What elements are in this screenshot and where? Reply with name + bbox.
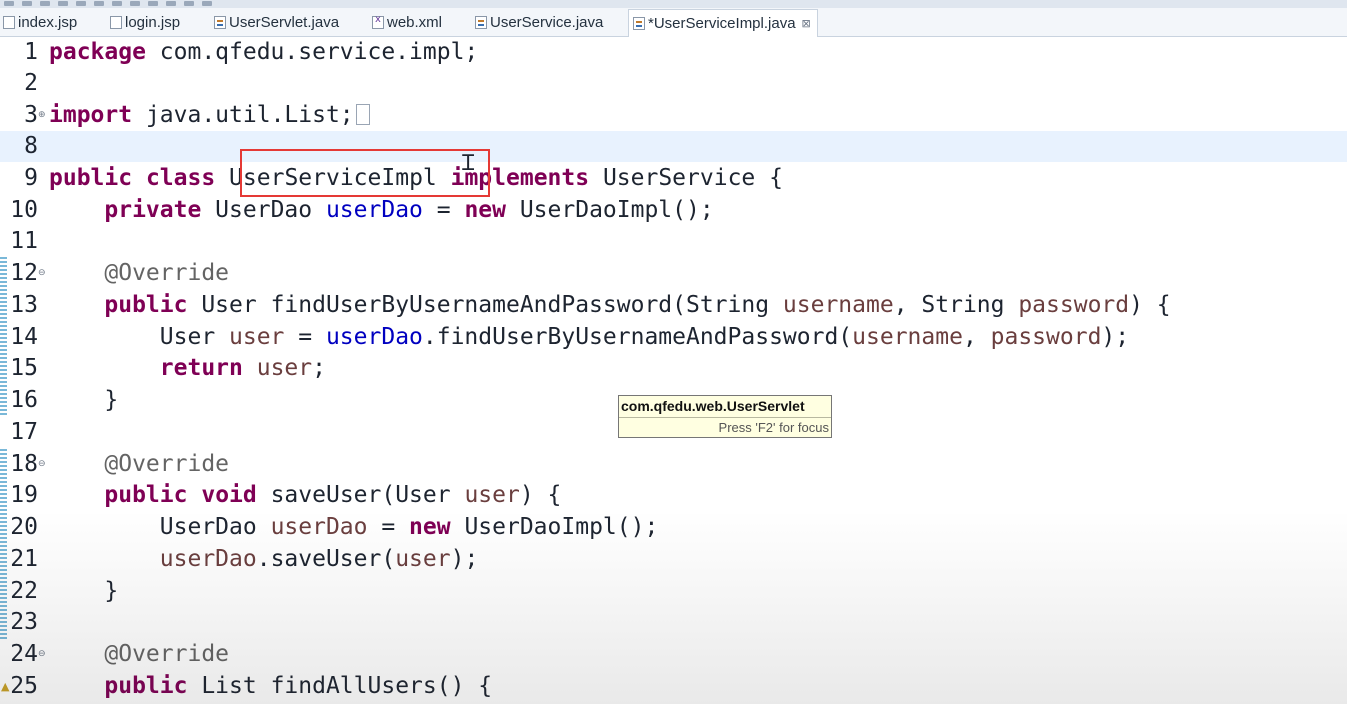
jsp-file-icon — [3, 16, 15, 29]
jsp-file-icon — [110, 16, 122, 29]
text-cursor-icon: Ɪ — [462, 151, 475, 176]
line-number: 19 — [10, 482, 38, 508]
line-number: 23 — [10, 609, 38, 635]
code-text: public List findAllUsers() { — [104, 673, 493, 699]
tab-userserviceimpl-java[interactable]: *UserServiceImpl.java ⊠ — [628, 9, 818, 37]
java-file-icon — [214, 16, 226, 29]
code-text: public User findUserByUsernameAndPasswor… — [104, 292, 1171, 318]
line-number: 3 — [24, 102, 38, 128]
code-line: 3 ⊕ import java.util.List; — [0, 100, 1347, 131]
toolbar-strip — [0, 0, 1347, 8]
code-text: } — [49, 387, 119, 413]
tab-userservlet-java[interactable]: UserServlet.java — [214, 10, 339, 35]
code-line: 11 — [0, 226, 1347, 257]
xml-file-icon — [372, 14, 384, 29]
tab-label: index.jsp — [18, 14, 78, 31]
tooltip-divider — [619, 417, 831, 418]
tab-label: UserServlet.java — [229, 14, 340, 31]
code-text: } — [49, 578, 119, 604]
tooltip-title: com.qfedu.web.UserServlet — [621, 398, 805, 414]
tab-index-jsp[interactable]: index.jsp — [3, 10, 77, 35]
code-line: 9 public class UserServiceImpl implement… — [0, 163, 1347, 194]
tab-userservice-java[interactable]: UserService.java — [475, 10, 603, 35]
editor-tab-bar: index.jsp login.jsp UserServlet.java web… — [0, 8, 1347, 37]
collapse-fold-icon[interactable]: ⊖ — [38, 449, 46, 480]
code-text: @Override — [104, 451, 230, 477]
line-number: 25 — [10, 673, 38, 699]
expand-fold-icon[interactable]: ⊕ — [38, 100, 46, 131]
code-line: 12 ⊖ @Override — [0, 258, 1347, 289]
code-text: @Override — [104, 260, 230, 286]
close-tab-icon[interactable]: ⊠ — [802, 17, 811, 30]
code-line: 20 UserDao userDao = new UserDaoImpl(); — [0, 512, 1347, 543]
line-number: 24 — [10, 641, 38, 667]
code-line: 10 private UserDao userDao = new UserDao… — [0, 195, 1347, 226]
code-line: ▲ 25 public List findAllUsers() { — [0, 671, 1347, 702]
code-line: 8 — [0, 131, 1347, 162]
tab-label: web.xml — [387, 14, 443, 31]
tab-web-xml[interactable]: web.xml — [372, 10, 442, 35]
line-number: 10 — [10, 197, 38, 223]
tooltip-hint: Press 'F2' for focus — [718, 420, 829, 435]
code-line: 2 — [0, 68, 1347, 99]
code-line: 14 User user = userDao.findUserByUsernam… — [0, 322, 1347, 353]
line-number: 20 — [10, 514, 38, 540]
java-file-icon — [475, 16, 487, 29]
tab-login-jsp[interactable]: login.jsp — [110, 10, 180, 35]
code-text: return user; — [159, 355, 326, 381]
line-number: 1 — [24, 39, 38, 65]
code-line: 15 return user; — [0, 353, 1347, 384]
line-number: 13 — [10, 292, 38, 318]
line-number: 14 — [10, 324, 38, 350]
code-text: userDao.saveUser(user); — [159, 546, 479, 572]
code-line: 21 userDao.saveUser(user); — [0, 544, 1347, 575]
code-line: 22 } — [0, 576, 1347, 607]
code-text: @Override — [104, 641, 230, 667]
tab-label: *UserServiceImpl.java — [648, 15, 796, 32]
code-line: 13 public User findUserByUsernameAndPass… — [0, 290, 1347, 321]
code-line: 19 public void saveUser(User user) { — [0, 480, 1347, 511]
code-text: User user = userDao.findUserByUsernameAn… — [49, 324, 1130, 350]
tab-label: login.jsp — [125, 14, 181, 31]
collapse-fold-icon[interactable]: ⊖ — [38, 639, 46, 670]
code-text: import java.util.List; — [49, 100, 370, 131]
collapse-fold-icon[interactable]: ⊖ — [38, 258, 46, 289]
code-line: 1 package com.qfedu.service.impl; — [0, 37, 1347, 68]
code-line: 23 — [0, 607, 1347, 638]
line-number: 18 — [10, 451, 38, 477]
tab-label: UserService.java — [490, 14, 604, 31]
highlight-box — [240, 149, 490, 197]
line-number: 8 — [24, 133, 38, 159]
code-line: 18 ⊖ @Override — [0, 449, 1347, 480]
line-number: 22 — [10, 578, 38, 604]
line-number: 11 — [10, 228, 38, 254]
line-number: 9 — [24, 165, 38, 191]
line-number: 15 — [10, 355, 38, 381]
line-number: 21 — [10, 546, 38, 572]
code-editor[interactable]: 1 package com.qfedu.service.impl; 2 3 ⊕ … — [0, 37, 1347, 704]
hover-tooltip[interactable]: com.qfedu.web.UserServlet Press 'F2' for… — [618, 395, 832, 438]
java-file-icon — [633, 17, 645, 30]
code-text: UserDao userDao = new UserDaoImpl(); — [49, 514, 659, 540]
line-number: 2 — [24, 70, 38, 96]
line-number: 17 — [10, 419, 38, 445]
code-line: 24 ⊖ @Override — [0, 639, 1347, 670]
line-number: 12 — [10, 260, 38, 286]
code-text: package com.qfedu.service.impl; — [49, 39, 479, 65]
code-text: public void saveUser(User user) { — [104, 482, 562, 508]
code-text: private UserDao userDao = new UserDaoImp… — [104, 197, 714, 223]
line-number: 16 — [10, 387, 38, 413]
collapsed-imports-icon[interactable] — [355, 104, 370, 125]
